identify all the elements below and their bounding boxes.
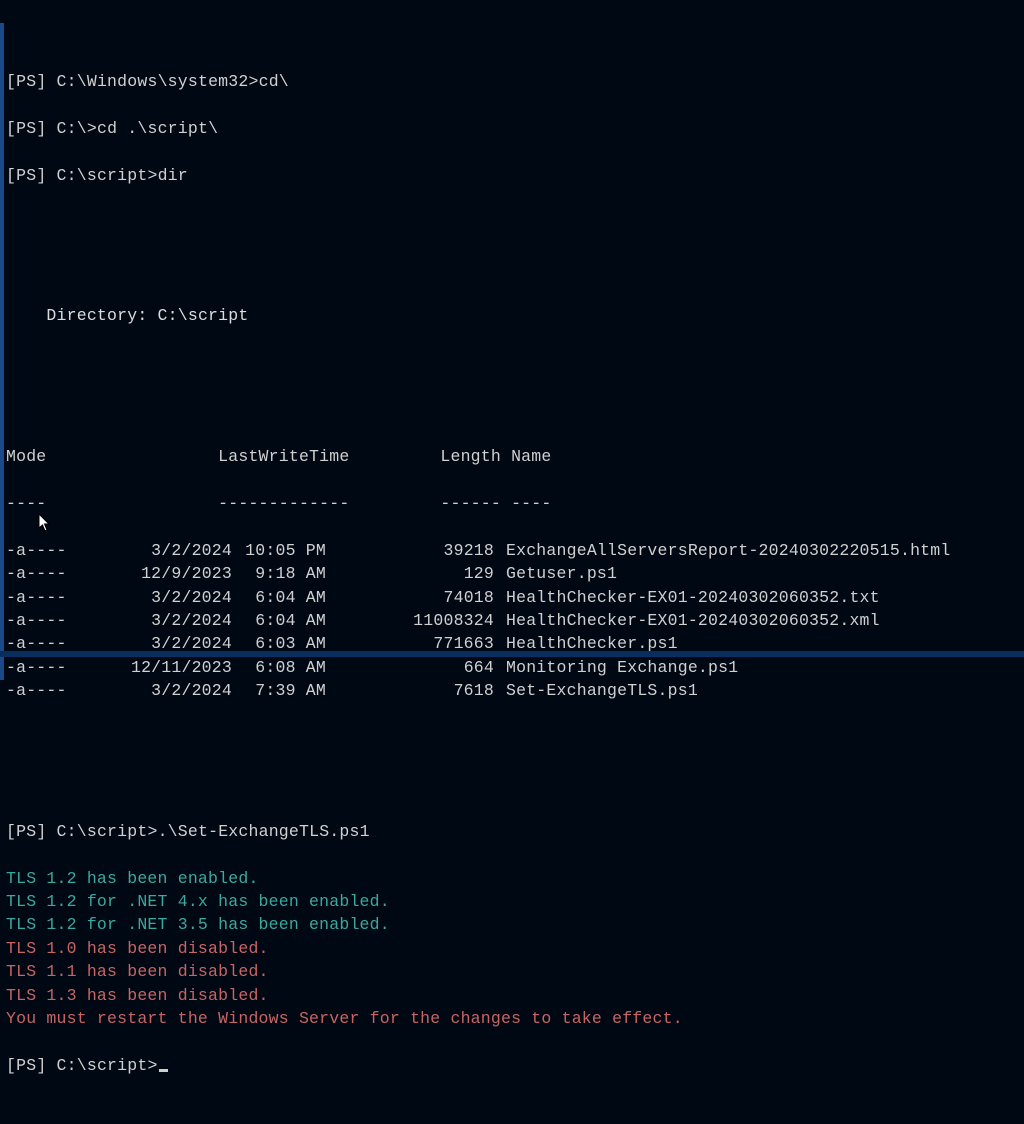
table-row: -a----12/11/20236:08 AM664Monitoring Exc…	[6, 656, 1022, 679]
file-mode: -a----	[6, 656, 114, 679]
prompt: [PS] C:\script>	[6, 166, 158, 185]
file-date: 3/2/2024	[114, 609, 242, 632]
prompt: [PS] C:\Windows\system32>	[6, 72, 259, 91]
table-row: -a----3/2/20246:04 AM11008324HealthCheck…	[6, 609, 1022, 632]
file-time: 9:18 AM	[242, 562, 340, 585]
command-text: cd .\script\	[97, 119, 218, 138]
table-row: -a----3/2/202410:05 PM39218ExchangeAllSe…	[6, 539, 1022, 562]
script-output-line: TLS 1.0 has been disabled.	[6, 937, 1022, 960]
file-length: 11008324	[340, 609, 502, 632]
file-name: HealthChecker-EX01-20240302060352.xml	[502, 609, 1022, 632]
script-output-line: You must restart the Windows Server for …	[6, 1007, 1022, 1030]
terminal-window[interactable]: [PS] C:\Windows\system32>cd\ [PS] C:\>cd…	[0, 23, 1024, 680]
file-length: 74018	[340, 586, 502, 609]
cursor-caret	[159, 1069, 168, 1072]
file-time: 6:04 AM	[242, 586, 340, 609]
prompt: [PS] C:\>	[6, 119, 97, 138]
script-output-line: TLS 1.1 has been disabled.	[6, 960, 1022, 983]
command-text: .\Set-ExchangeTLS.ps1	[158, 822, 370, 841]
script-output-line: TLS 1.2 has been enabled.	[6, 867, 1022, 890]
file-name: ExchangeAllServersReport-20240302220515.…	[502, 539, 1022, 562]
table-header-row: Mode LastWriteTime Length Name	[6, 445, 1022, 468]
file-length: 7618	[340, 679, 502, 702]
file-time: 6:04 AM	[242, 609, 340, 632]
file-name: Set-ExchangeTLS.ps1	[502, 679, 1022, 702]
script-output-line: TLS 1.2 for .NET 3.5 has been enabled.	[6, 913, 1022, 936]
command-text: dir	[158, 166, 188, 185]
command-text: cd\	[259, 72, 289, 91]
file-date: 12/9/2023	[114, 562, 242, 585]
file-date: 12/11/2023	[114, 656, 242, 679]
file-date: 3/2/2024	[114, 679, 242, 702]
file-name: HealthChecker-EX01-20240302060352.txt	[502, 586, 1022, 609]
script-output-line: TLS 1.3 has been disabled.	[6, 984, 1022, 1007]
terminal-output[interactable]: [PS] C:\Windows\system32>cd\ [PS] C:\>cd…	[4, 47, 1024, 1101]
script-output-line: TLS 1.2 for .NET 4.x has been enabled.	[6, 890, 1022, 913]
file-length: 39218	[340, 539, 502, 562]
taskbar[interactable]	[0, 651, 1024, 657]
file-name: Monitoring Exchange.ps1	[502, 656, 1022, 679]
table-row: -a----12/9/20239:18 AM129Getuser.ps1	[6, 562, 1022, 585]
file-time: 7:39 AM	[242, 679, 340, 702]
table-row: -a----3/2/20246:04 AM74018HealthChecker-…	[6, 586, 1022, 609]
prompt: [PS] C:\script>	[6, 822, 158, 841]
file-length: 129	[340, 562, 502, 585]
file-time: 6:08 AM	[242, 656, 340, 679]
table-row: -a----3/2/20247:39 AM7618Set-ExchangeTLS…	[6, 679, 1022, 702]
file-mode: -a----	[6, 586, 114, 609]
file-mode: -a----	[6, 539, 114, 562]
file-name: Getuser.ps1	[502, 562, 1022, 585]
file-date: 3/2/2024	[114, 539, 242, 562]
directory-label: Directory: C:\script	[46, 306, 248, 325]
file-length: 664	[340, 656, 502, 679]
file-date: 3/2/2024	[114, 586, 242, 609]
file-mode: -a----	[6, 562, 114, 585]
file-time: 10:05 PM	[242, 539, 340, 562]
file-mode: -a----	[6, 679, 114, 702]
table-divider-row: ---- ------------- ------ ----	[6, 492, 1022, 515]
prompt: [PS] C:\script>	[6, 1056, 158, 1075]
file-mode: -a----	[6, 609, 114, 632]
